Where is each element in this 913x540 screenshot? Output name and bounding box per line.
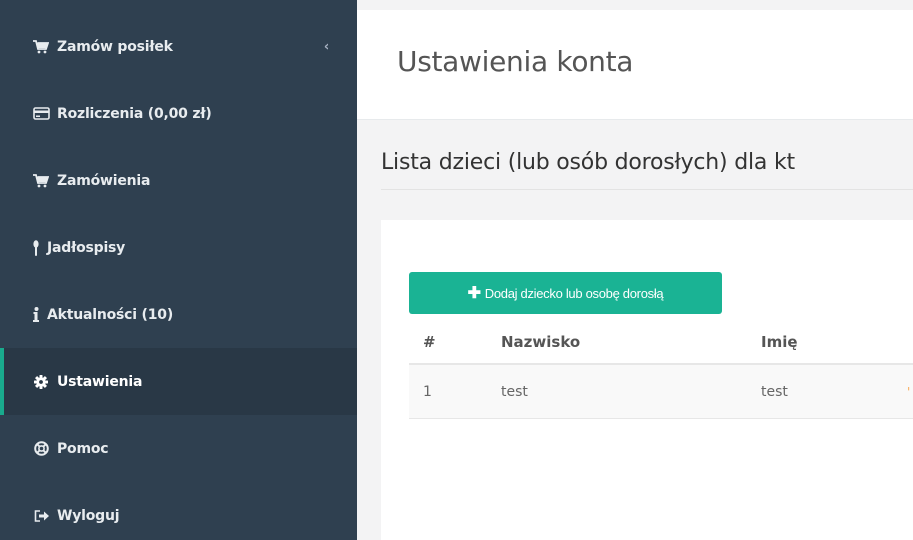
sidebar-item-label: Aktualności (10) [47, 306, 174, 323]
sidebar-item-label: Ustawienia [57, 373, 143, 390]
cart-icon [32, 173, 50, 189]
add-child-button-label: Dodaj dziecko lub osobę dorosłą [484, 285, 664, 301]
sidebar: Zamów posiłek ‹ Rozliczenia (0,00 zł) Za… [0, 0, 357, 540]
cell-number: 1 [423, 383, 432, 400]
sidebar-item-logout[interactable]: Wyloguj [0, 482, 357, 540]
sidebar-item-label: Zamów posiłek [57, 38, 173, 55]
cutlery-icon [32, 239, 40, 256]
chevron-left-icon[interactable]: ‹ [324, 39, 329, 54]
plus-icon: ✚ [467, 285, 481, 302]
column-header-name: Imię [761, 332, 798, 351]
sidebar-item-label: Jadłospisy [47, 239, 126, 256]
page-title: Ustawienia konta [397, 45, 634, 78]
sidebar-item-orders[interactable]: Zamówienia [0, 147, 357, 214]
page-heading: Ustawienia konta [357, 10, 913, 120]
lifebuoy-icon [32, 441, 50, 457]
sidebar-item-menus[interactable]: Jadłospisy [0, 214, 357, 281]
section-title: Lista dzieci (lub osób dorosłych) dla kt [381, 150, 795, 175]
column-header-surname: Nazwisko [501, 332, 581, 351]
sidebar-item-label: Rozliczenia (0,00 zł) [57, 105, 212, 122]
add-child-button[interactable]: ✚ Dodaj dziecko lub osobę dorosłą [409, 272, 722, 314]
cell-surname: test [501, 383, 528, 400]
sidebar-item-label: Wyloguj [57, 507, 120, 524]
column-header-number: # [423, 332, 436, 351]
section-divider [381, 189, 913, 190]
sidebar-item-label: Pomoc [57, 440, 109, 457]
table-header: # Nazwisko Imię [409, 320, 913, 365]
sidebar-item-order-meal[interactable]: Zamów posiłek ‹ [0, 13, 357, 80]
sidebar-item-label: Zamówienia [57, 172, 151, 189]
sidebar-item-settings[interactable]: Ustawienia [0, 348, 357, 415]
info-icon [32, 307, 40, 323]
table-row[interactable]: 1 test test ' [409, 365, 913, 419]
sidebar-item-news[interactable]: Aktualności (10) [0, 281, 357, 348]
credit-card-icon [32, 106, 50, 122]
children-card: ✚ Dodaj dziecko lub osobę dorosłą # Nazw… [381, 220, 913, 540]
row-action-edge[interactable]: ' [907, 385, 910, 399]
sidebar-item-billing[interactable]: Rozliczenia (0,00 zł) [0, 80, 357, 147]
gear-icon [32, 374, 50, 390]
sign-out-icon [32, 508, 50, 524]
cell-name: test [761, 383, 788, 400]
sidebar-item-help[interactable]: Pomoc [0, 415, 357, 482]
cart-icon [32, 39, 50, 55]
